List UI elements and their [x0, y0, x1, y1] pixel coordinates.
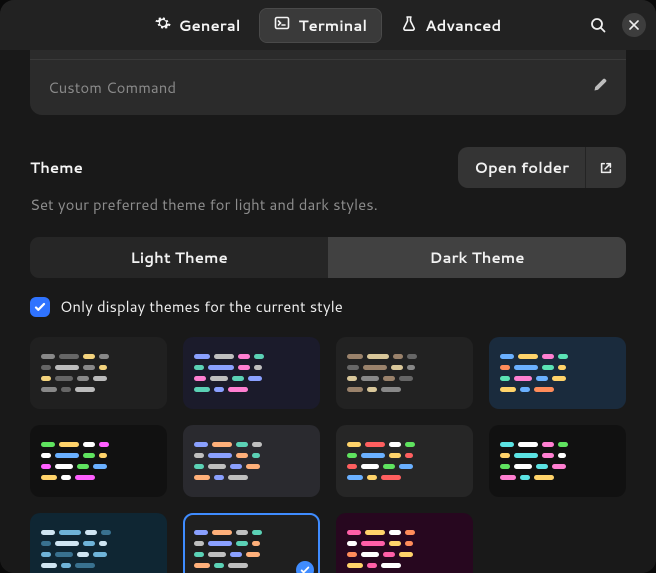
- gear-icon: [155, 15, 171, 36]
- filter-row: Only display themes for the current styl…: [30, 296, 626, 317]
- headerbar: General Terminal Advanced: [0, 0, 656, 50]
- theme-card[interactable]: [336, 513, 473, 573]
- custom-command-input[interactable]: Custom Command: [48, 77, 176, 98]
- tab-advanced[interactable]: Advanced: [387, 9, 515, 42]
- tab-label: Advanced: [425, 15, 501, 36]
- content-area: Custom Command Theme Open folder Set you…: [0, 50, 656, 573]
- theme-card[interactable]: [489, 425, 626, 497]
- theme-card[interactable]: [489, 337, 626, 409]
- open-folder-external-button[interactable]: [586, 151, 626, 185]
- flask-icon: [401, 15, 417, 36]
- open-folder-button[interactable]: Open folder: [458, 147, 586, 188]
- theme-card[interactable]: [30, 425, 167, 497]
- preferences-window: General Terminal Advanced: [0, 0, 656, 573]
- edit-icon[interactable]: [592, 76, 608, 99]
- theme-mode-switcher: Light Theme Dark Theme: [30, 237, 626, 278]
- close-button[interactable]: [622, 13, 646, 37]
- theme-card[interactable]: [30, 513, 167, 573]
- theme-card[interactable]: [30, 337, 167, 409]
- tab-label: Terminal: [298, 15, 367, 36]
- section-title: Theme: [30, 157, 83, 178]
- theme-grid: [30, 337, 626, 573]
- header-right: [584, 11, 646, 39]
- filter-checkbox[interactable]: [30, 297, 50, 317]
- header-tabs: General Terminal Advanced: [141, 9, 516, 42]
- terminal-icon: [274, 15, 290, 36]
- previous-row-edge: [30, 50, 626, 60]
- theme-card[interactable]: [336, 425, 473, 497]
- theme-card[interactable]: [183, 337, 320, 409]
- light-theme-button[interactable]: Light Theme: [30, 237, 328, 278]
- tab-general[interactable]: General: [141, 9, 255, 42]
- theme-section-header: Theme Open folder: [30, 147, 626, 188]
- tab-terminal[interactable]: Terminal: [260, 9, 381, 42]
- section-subtitle: Set your preferred theme for light and d…: [30, 194, 626, 215]
- open-folder-split-button: Open folder: [458, 147, 626, 188]
- filter-label: Only display themes for the current styl…: [60, 296, 343, 317]
- custom-command-row[interactable]: Custom Command: [30, 60, 626, 115]
- theme-card[interactable]: [183, 425, 320, 497]
- search-button[interactable]: [584, 11, 612, 39]
- tab-label: General: [179, 15, 241, 36]
- selected-check-icon: [296, 561, 314, 573]
- theme-card[interactable]: [336, 337, 473, 409]
- theme-card[interactable]: [183, 513, 320, 573]
- dark-theme-button[interactable]: Dark Theme: [328, 237, 626, 278]
